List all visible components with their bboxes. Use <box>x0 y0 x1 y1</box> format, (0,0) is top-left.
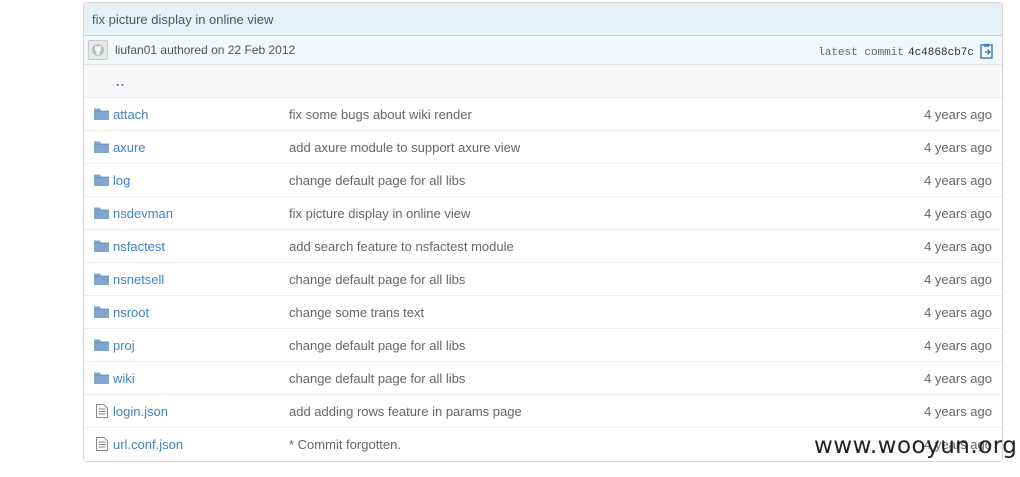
commit-message-link[interactable]: fix some bugs about wiki render <box>289 107 472 122</box>
file-name-link[interactable]: log <box>113 173 130 188</box>
file-name-link[interactable]: proj <box>113 338 135 353</box>
folder-icon <box>94 207 109 219</box>
commit-message-link[interactable]: change default page for all libs <box>289 272 465 287</box>
avatar[interactable] <box>88 40 108 60</box>
file-row[interactable]: nsdevman fix picture display in online vi… <box>84 197 1002 230</box>
folder-icon <box>94 372 109 384</box>
latest-commit-label: latest commit <box>818 46 904 59</box>
commit-age: 4 years ago <box>924 107 992 122</box>
file-row[interactable]: nsroot change some trans text 4 years ago <box>84 296 1002 329</box>
author-link[interactable]: liufan01 <box>115 43 157 57</box>
file-name-link[interactable]: nsdevman <box>113 206 173 221</box>
file-name-link[interactable]: nsfactest <box>113 239 165 254</box>
file-row[interactable]: axure add axure module to support axure v… <box>84 131 1002 164</box>
commit-message-link[interactable]: add search feature to nsfactest module <box>289 239 514 254</box>
latest-commit: latest commit 4c4868cb7c <box>818 43 994 59</box>
octocat-icon <box>92 44 104 56</box>
authored-date: authored on 22 Feb 2012 <box>160 43 296 57</box>
file-row[interactable]: nsnetsell change default page for all lib… <box>84 263 1002 296</box>
commit-age: 4 years ago <box>924 239 992 254</box>
commit-message-link[interactable]: add adding rows feature in params page <box>289 404 522 419</box>
clipboard-icon[interactable] <box>980 43 994 59</box>
commit-message-link[interactable]: change default page for all libs <box>289 338 465 353</box>
file-name-link[interactable]: url.conf.json <box>113 437 183 452</box>
author-line: liufan01 authored on 22 Feb 2012 <box>115 43 295 57</box>
file-name-link[interactable]: wiki <box>113 371 135 386</box>
file-icon <box>96 437 108 451</box>
folder-icon <box>94 108 109 120</box>
file-icon <box>96 404 108 418</box>
file-row[interactable]: log change default page for all libs 4 yea… <box>84 164 1002 197</box>
file-name-link[interactable]: axure <box>113 140 146 155</box>
folder-icon <box>94 174 109 186</box>
commit-message-link[interactable]: change default page for all libs <box>289 173 465 188</box>
commit-age: 4 years ago <box>924 272 992 287</box>
file-name-link[interactable]: attach <box>113 107 148 122</box>
file-name-link[interactable]: nsroot <box>113 305 149 320</box>
file-browser: fix picture display in online view liufa… <box>83 2 1003 462</box>
commit-message-link[interactable]: add axure module to support axure view <box>289 140 520 155</box>
commit-message-link[interactable]: * Commit forgotten. <box>289 437 401 452</box>
commit-sha-link[interactable]: 4c4868cb7c <box>908 47 974 59</box>
folder-icon <box>94 141 109 153</box>
commit-age: 4 years ago <box>924 404 992 419</box>
parent-directory-link[interactable]: .. <box>116 74 125 89</box>
file-row[interactable]: proj change default page for all libs 4 ye… <box>84 329 1002 362</box>
commit-age: 4 years ago <box>924 206 992 221</box>
file-row[interactable]: attach fix some bugs about wiki render 4 y… <box>84 98 1002 131</box>
commit-age: 4 years ago <box>924 305 992 320</box>
file-row[interactable]: nsfactest add search feature to nsfactest… <box>84 230 1002 263</box>
commit-age: 4 years ago <box>924 173 992 188</box>
file-row[interactable]: wiki change default page for all libs 4 ye… <box>84 362 1002 395</box>
file-name-link[interactable]: login.json <box>113 404 168 419</box>
commit-title[interactable]: fix picture display in online view <box>84 3 1002 36</box>
file-list: attach fix some bugs about wiki render 4 y… <box>84 98 1002 461</box>
commit-age: 4 years ago <box>924 338 992 353</box>
commit-age: 4 years ago <box>924 371 992 386</box>
commit-age: 4 years ago <box>924 140 992 155</box>
file-name-link[interactable]: nsnetsell <box>113 272 164 287</box>
watermark: www.wooyun.org <box>814 433 1018 459</box>
folder-icon <box>94 240 109 252</box>
commit-message-link[interactable]: change some trans text <box>289 305 424 320</box>
commit-message-link[interactable]: change default page for all libs <box>289 371 465 386</box>
folder-icon <box>94 306 109 318</box>
folder-icon <box>94 339 109 351</box>
folder-icon <box>94 273 109 285</box>
commit-message-link[interactable]: fix picture display in online view <box>289 206 470 221</box>
commit-meta: liufan01 authored on 22 Feb 2012 latest … <box>84 36 1002 65</box>
file-row[interactable]: login.json add adding rows feature in par… <box>84 395 1002 428</box>
parent-directory-row[interactable]: .. <box>84 65 1002 98</box>
